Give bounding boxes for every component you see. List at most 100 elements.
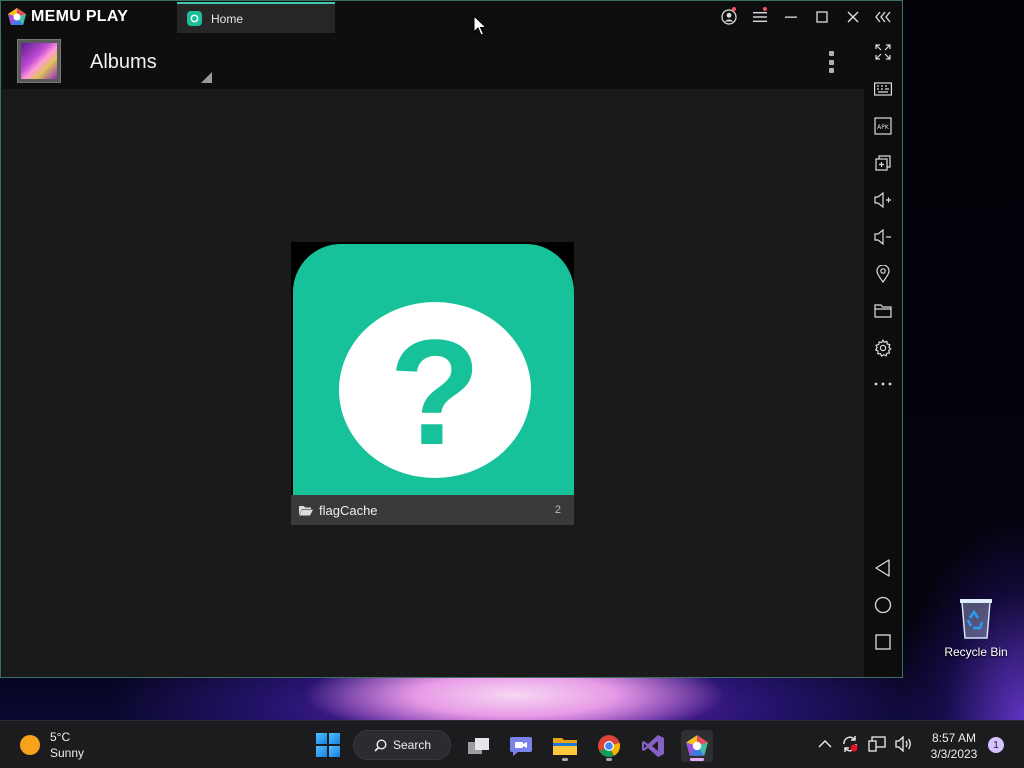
gallery-app-icon[interactable] xyxy=(17,39,61,83)
taskbar-clock[interactable]: 8:57 AM 3/3/2023 xyxy=(924,730,984,762)
search-label: Search xyxy=(393,738,432,752)
running-indicator xyxy=(606,758,612,761)
folder-icon xyxy=(874,304,892,318)
network-icon[interactable] xyxy=(868,736,886,752)
volume-up-button[interactable] xyxy=(873,190,893,210)
search-icon xyxy=(374,738,387,752)
recycle-bin-label: Recycle Bin xyxy=(944,645,1008,659)
settings-icon xyxy=(875,339,892,357)
account-icon xyxy=(720,9,737,25)
maximize-icon xyxy=(815,11,828,23)
multi-instance-icon xyxy=(875,155,891,171)
album-name: flagCache xyxy=(319,502,378,518)
system-tray xyxy=(818,735,913,753)
android-screen: Albums ? flagCache 2 xyxy=(2,34,864,677)
recycle-bin-shortcut[interactable]: Recycle Bin xyxy=(940,596,1012,666)
keyboard-button[interactable] xyxy=(873,79,893,99)
location-button[interactable] xyxy=(873,264,893,284)
active-indicator xyxy=(690,758,704,761)
location-icon xyxy=(876,265,890,283)
weather-widget[interactable]: 5°C Sunny xyxy=(20,729,84,761)
overflow-dot-icon xyxy=(828,59,834,65)
android-home-button[interactable] xyxy=(873,595,893,615)
menu-button[interactable] xyxy=(744,6,775,28)
weather-temperature: 5°C xyxy=(50,730,71,744)
memu-logo-icon xyxy=(8,8,26,25)
wallpaper-glow xyxy=(900,420,1024,720)
memu-emulator-window: MEMU PLAY Home Albums ? flagCache 2 APK xyxy=(0,0,903,678)
recycle-bin-icon xyxy=(960,599,992,639)
home-icon xyxy=(874,596,892,614)
maximize-button[interactable] xyxy=(806,6,837,28)
recents-icon xyxy=(875,634,891,650)
keyboard-icon xyxy=(874,82,892,96)
page-title[interactable]: Albums xyxy=(90,51,157,74)
overflow-dot-icon xyxy=(828,68,834,73)
weather-description: Sunny xyxy=(50,746,85,760)
volume-down-icon xyxy=(874,229,891,245)
clock-date: 3/3/2023 xyxy=(930,747,978,761)
sun-icon xyxy=(20,735,40,755)
teams-chat-icon xyxy=(510,737,532,756)
volume-up-icon xyxy=(874,192,891,208)
speaker-icon[interactable] xyxy=(895,736,913,752)
overflow-menu-button[interactable] xyxy=(827,51,835,73)
task-view-button[interactable] xyxy=(463,730,495,762)
close-icon xyxy=(847,11,858,23)
android-back-button[interactable] xyxy=(873,558,893,578)
back-icon xyxy=(875,559,890,577)
volume-down-button[interactable] xyxy=(873,227,893,247)
more-options-button[interactable] xyxy=(873,374,893,394)
chrome-button[interactable] xyxy=(593,730,625,762)
task-view-icon xyxy=(468,738,489,754)
visual-studio-button[interactable] xyxy=(637,730,669,762)
memu-taskbar-button[interactable] xyxy=(681,730,713,762)
close-button[interactable] xyxy=(837,6,868,28)
minimize-icon xyxy=(784,16,797,18)
album-thumbnail: ? xyxy=(293,244,574,514)
mouse-cursor-icon xyxy=(473,15,487,36)
file-explorer-icon xyxy=(553,738,577,755)
folder-open-icon xyxy=(299,505,313,515)
fullscreen-button[interactable] xyxy=(873,42,893,62)
account-button[interactable] xyxy=(713,6,744,28)
memu-brand: MEMU PLAY xyxy=(7,7,128,27)
settings-button[interactable] xyxy=(873,338,893,358)
sync-icon[interactable] xyxy=(841,735,859,753)
window-controls xyxy=(713,6,899,28)
minimize-button[interactable] xyxy=(775,6,806,28)
apk-install-button[interactable]: APK xyxy=(873,116,893,136)
dropdown-indicator-icon[interactable] xyxy=(201,72,212,83)
album-caption: flagCache 2 xyxy=(291,495,574,525)
album-tile[interactable]: ? flagCache 2 xyxy=(291,242,574,525)
taskbar-search[interactable]: Search xyxy=(353,730,451,760)
windows-taskbar: 5°C Sunny Search 8:57 AM 3/3/2023 1 xyxy=(0,720,1024,768)
emulator-side-toolbar: APK xyxy=(864,34,902,677)
android-recents-button[interactable] xyxy=(873,632,893,652)
tab-home[interactable]: Home xyxy=(177,2,335,33)
overflow-dot-icon xyxy=(828,51,834,56)
emulator-titlebar: MEMU PLAY Home xyxy=(1,1,902,34)
start-button[interactable] xyxy=(316,733,340,757)
account-notification-dot xyxy=(732,7,736,11)
chevron-up-icon[interactable] xyxy=(818,739,832,749)
svg-text:APK: APK xyxy=(877,124,890,131)
multi-instance-button[interactable] xyxy=(873,153,893,173)
file-explorer-button[interactable] xyxy=(549,730,581,762)
album-count: 2 xyxy=(554,504,561,516)
collapse-toolbar-button[interactable] xyxy=(868,6,899,28)
clock-time: 8:57 AM xyxy=(931,731,977,745)
gallery-thumbnail-icon xyxy=(21,43,57,79)
notification-badge[interactable]: 1 xyxy=(988,737,1004,753)
fullscreen-icon xyxy=(875,44,891,60)
menu-notification-dot xyxy=(763,7,767,11)
collapse-toolbar-icon xyxy=(874,11,891,23)
visual-studio-icon xyxy=(642,735,664,757)
chrome-icon xyxy=(598,735,621,757)
memu-brand-text: MEMU PLAY xyxy=(31,8,129,25)
shared-folder-button[interactable] xyxy=(873,301,893,321)
windows-logo-icon xyxy=(316,733,327,744)
teams-chat-button[interactable] xyxy=(505,730,537,762)
apk-icon: APK xyxy=(874,117,892,135)
home-tab-icon xyxy=(187,11,202,26)
